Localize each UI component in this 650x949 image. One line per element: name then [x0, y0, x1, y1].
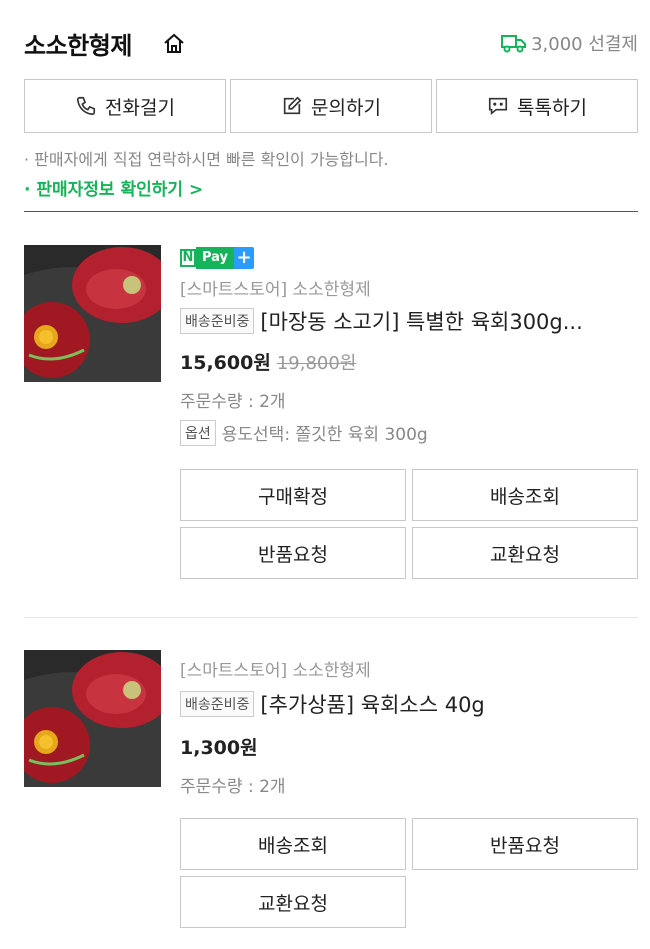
inquiry-label: 문의하기: [311, 96, 381, 119]
order-item: [스마트스토어] 소소한형제 배송준비중 [추가상품] 육회소스 40g 1,3…: [180, 656, 638, 797]
product-title[interactable]: [마장동 소고기] 특별한 육회300g...: [260, 306, 582, 336]
price: 1,300원: [180, 737, 258, 759]
title-row[interactable]: 배송준비중 [마장동 소고기] 특별한 육회300g...: [180, 306, 638, 336]
beef-tartare-image: [24, 650, 161, 787]
return-request-button[interactable]: 반품요청: [412, 818, 638, 870]
chat-icon: [488, 97, 508, 116]
item-divider: [24, 617, 638, 618]
confirm-purchase-button[interactable]: 구매확정: [180, 469, 406, 521]
npay-badge: N Pay +: [180, 246, 255, 269]
call-button[interactable]: 전화걸기: [24, 79, 226, 133]
order-actions: 배송조회 반품요청 교환요청: [180, 818, 638, 928]
status-badge: 배송준비중: [180, 307, 255, 334]
shipping-info: 3,000 선결제: [501, 30, 638, 56]
npay-pay: Pay: [196, 246, 235, 269]
npay-plus: +: [234, 246, 255, 269]
price-row: 1,300원: [180, 733, 638, 760]
option-row: 옵션 용도선택: 쫄깃한 육회 300g: [180, 419, 638, 446]
talktalk-label: 톡톡하기: [517, 96, 587, 119]
product-thumbnail[interactable]: [24, 245, 161, 382]
beef-tartare-image: [24, 245, 161, 382]
track-shipping-button[interactable]: 배송조회: [180, 818, 406, 870]
truck-icon: [501, 35, 527, 53]
store-tag: [스마트스토어] 소소한형제: [180, 661, 371, 681]
exchange-request-button[interactable]: 교환요청: [180, 876, 406, 928]
inquiry-button[interactable]: 문의하기: [230, 79, 432, 133]
order-item: N Pay + [스마트스토어] 소소한형제 배송준비중 [마장동 소고기] 특…: [180, 246, 638, 446]
store-header: 소소한형제 3,000 선결제: [24, 26, 638, 66]
title-row[interactable]: 배송준비중 [추가상품] 육회소스 40g: [180, 689, 638, 719]
store-name[interactable]: 소소한형제: [24, 26, 132, 61]
shipping-text: 3,000 선결제: [531, 34, 638, 55]
option-badge: 옵션: [180, 419, 216, 446]
seller-info-link[interactable]: · 판매자정보 확인하기 >: [24, 175, 203, 200]
phone-icon: [76, 96, 96, 116]
call-label: 전화걸기: [105, 96, 175, 119]
return-request-button[interactable]: 반품요청: [180, 527, 406, 579]
product-title[interactable]: [추가상품] 육회소스 40g: [260, 689, 484, 719]
original-price: 19,800원: [276, 352, 357, 374]
order-actions: 구매확정 배송조회 반품요청 교환요청: [180, 469, 638, 579]
npay-n: N: [180, 248, 196, 267]
section-divider: [24, 211, 638, 212]
product-thumbnail[interactable]: [24, 650, 161, 787]
option-text: 용도선택: 쫄깃한 육회 300g: [221, 425, 428, 445]
price-row: 15,600원 19,800원: [180, 348, 638, 375]
exchange-request-button[interactable]: 교환요청: [412, 527, 638, 579]
status-badge: 배송준비중: [180, 691, 255, 717]
track-shipping-button[interactable]: 배송조회: [412, 469, 638, 521]
talktalk-button[interactable]: 톡톡하기: [436, 79, 638, 133]
edit-icon: [283, 96, 302, 115]
contact-notice: · 판매자에게 직접 연락하시면 빠른 확인이 가능합니다.: [24, 150, 389, 169]
home-icon[interactable]: [162, 32, 186, 56]
quantity: 주문수량 : 2개: [180, 391, 286, 412]
store-tag: [스마트스토어] 소소한형제: [180, 279, 371, 300]
quantity: 주문수량 : 2개: [180, 777, 286, 797]
contact-actions: 전화걸기 문의하기 톡톡하기: [24, 79, 638, 133]
price: 15,600원: [180, 351, 271, 374]
